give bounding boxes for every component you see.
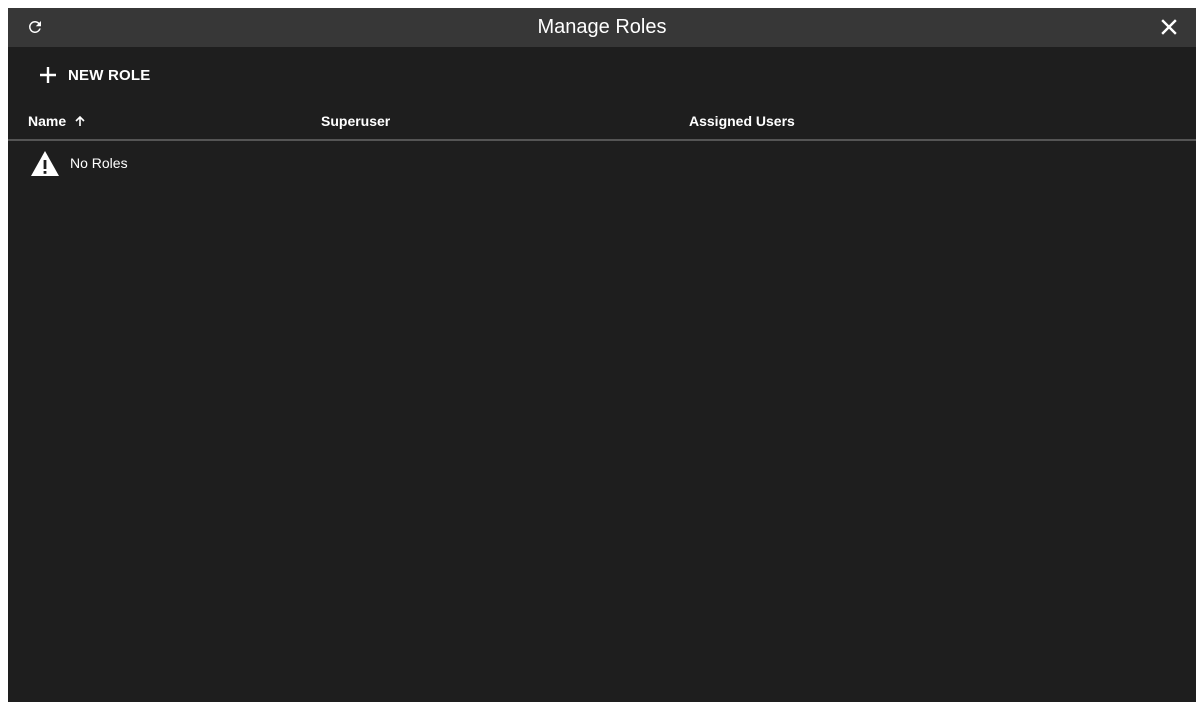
dialog-title: Manage Roles: [537, 16, 667, 38]
arrow-up-icon: [74, 115, 86, 127]
new-role-button[interactable]: NEW ROLE: [32, 59, 156, 91]
empty-state: No Roles: [30, 148, 128, 178]
warning-icon: [31, 150, 59, 176]
column-header-superuser[interactable]: Superuser: [321, 103, 390, 139]
column-header-name-label: Name: [28, 113, 67, 129]
new-role-label: NEW ROLE: [68, 66, 151, 84]
manage-roles-dialog: Manage Roles NEW ROLE Name Superuser Ass…: [8, 8, 1196, 702]
toolbar: NEW ROLE: [8, 47, 1196, 103]
table-header: Name Superuser Assigned Users: [8, 103, 1196, 141]
column-header-assigned-users[interactable]: Assigned Users: [689, 103, 795, 139]
titlebar: Manage Roles: [8, 8, 1196, 47]
column-header-name[interactable]: Name: [28, 103, 86, 139]
empty-message: No Roles: [70, 155, 128, 171]
close-icon: [1161, 19, 1177, 35]
close-button[interactable]: [1156, 14, 1182, 40]
plus-icon: [40, 67, 56, 83]
